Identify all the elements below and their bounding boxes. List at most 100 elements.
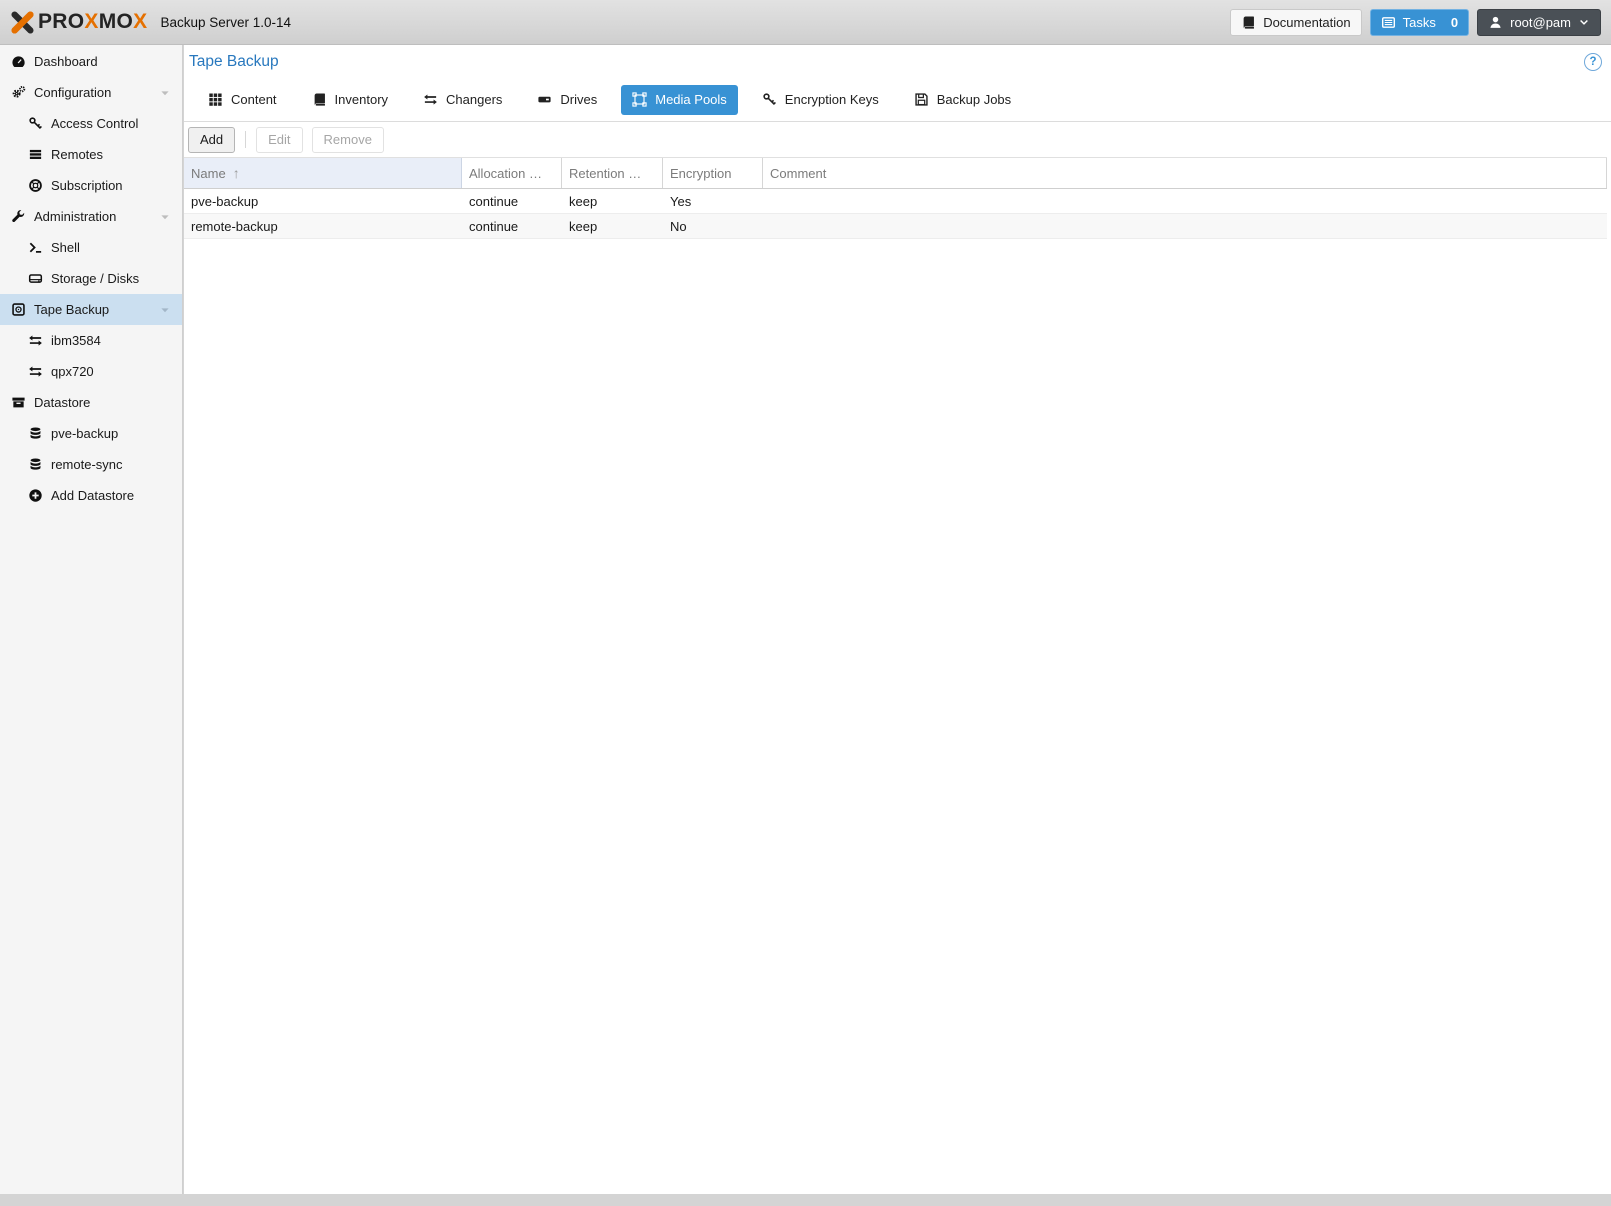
product-name: Backup Server 1.0-14 <box>160 15 291 30</box>
plus-circle-icon <box>27 488 43 504</box>
sidebar-item-label: Subscription <box>51 178 123 193</box>
sidebar-item-shell[interactable]: Shell <box>0 232 182 263</box>
tab-content[interactable]: Content <box>197 85 288 115</box>
exchange-icon <box>27 333 43 349</box>
sidebar-item-label: remote-sync <box>51 457 123 472</box>
key-icon <box>762 92 777 107</box>
tasks-label: Tasks <box>1403 15 1436 30</box>
dashboard-icon <box>10 54 26 70</box>
add-button[interactable]: Add <box>188 127 235 153</box>
drive-icon <box>537 92 552 107</box>
grid-icon <box>208 92 223 107</box>
tab-label: Media Pools <box>655 92 727 107</box>
help-button[interactable]: ? <box>1584 53 1602 71</box>
tab-drives[interactable]: Drives <box>526 85 608 115</box>
sidebar-item-label: Add Datastore <box>51 488 134 503</box>
tab-inventory[interactable]: Inventory <box>301 85 399 115</box>
sidebar-item-qpx720[interactable]: qpx720 <box>0 356 182 387</box>
sidebar-item-subscription[interactable]: Subscription <box>0 170 182 201</box>
sidebar-item-label: qpx720 <box>51 364 94 379</box>
cell-retention: keep <box>562 194 663 209</box>
cell-retention: keep <box>562 219 663 234</box>
sidebar-item-label: pve-backup <box>51 426 118 441</box>
sidebar-item-label: Remotes <box>51 147 103 162</box>
tasks-button[interactable]: Tasks 0 <box>1370 9 1469 36</box>
tape-icon <box>10 302 26 318</box>
page-title: Tape Backup <box>189 53 279 71</box>
terminal-icon <box>27 240 43 256</box>
cell-encryption: No <box>663 219 763 234</box>
tab-backup-jobs[interactable]: Backup Jobs <box>903 85 1022 115</box>
list-rows-icon <box>27 147 43 163</box>
sidebar-item-remotes[interactable]: Remotes <box>0 139 182 170</box>
sidebar-item-configuration[interactable]: Configuration <box>0 77 182 108</box>
column-header-retention[interactable]: Retention … <box>562 158 663 188</box>
documentation-button[interactable]: Documentation <box>1230 9 1361 36</box>
exchange-icon <box>423 92 438 107</box>
user-menu-button[interactable]: root@pam <box>1477 9 1601 36</box>
sidebar-item-add-datastore[interactable]: Add Datastore <box>0 480 182 511</box>
sidebar-item-pve-backup[interactable]: pve-backup <box>0 418 182 449</box>
tab-label: Encryption Keys <box>785 92 879 107</box>
database-icon <box>27 457 43 473</box>
hdd-icon <box>27 271 43 287</box>
column-header-name[interactable]: Name ↑ <box>184 158 462 188</box>
cell-name: remote-backup <box>184 219 462 234</box>
user-icon <box>1488 15 1503 30</box>
sidebar-item-ibm3584[interactable]: ibm3584 <box>0 325 182 356</box>
tab-media-pools[interactable]: Media Pools <box>621 85 738 115</box>
table-row[interactable]: remote-backup continue keep No <box>184 214 1607 239</box>
save-icon <box>914 92 929 107</box>
book-icon <box>1241 15 1256 30</box>
sidebar-item-dashboard[interactable]: Dashboard <box>0 46 182 77</box>
tab-encryption-keys[interactable]: Encryption Keys <box>751 85 890 115</box>
app-header: PROXMOX Backup Server 1.0-14 Documentati… <box>0 0 1611 45</box>
table-row[interactable]: pve-backup continue keep Yes <box>184 189 1607 214</box>
life-ring-icon <box>27 178 43 194</box>
sidebar-item-administration[interactable]: Administration <box>0 201 182 232</box>
sidebar-item-label: Administration <box>34 209 116 224</box>
sidebar-item-access-control[interactable]: Access Control <box>0 108 182 139</box>
tab-label: Inventory <box>335 92 388 107</box>
object-group-icon <box>632 92 647 107</box>
caret-down-icon[interactable] <box>159 211 171 223</box>
sidebar-item-label: Datastore <box>34 395 90 410</box>
proxmox-x-logo-icon <box>9 9 36 36</box>
remove-button: Remove <box>312 127 384 153</box>
cell-name: pve-backup <box>184 194 462 209</box>
edit-button: Edit <box>256 127 302 153</box>
task-list-icon <box>1381 15 1396 30</box>
sidebar-item-label: Storage / Disks <box>51 271 139 286</box>
exchange-icon <box>27 364 43 380</box>
column-header-encryption[interactable]: Encryption <box>663 158 763 188</box>
brand-wordmark: PROXMOX <box>38 10 147 34</box>
key-icon <box>27 116 43 132</box>
tasks-count-badge: 0 <box>1451 15 1458 30</box>
sidebar-item-datastore[interactable]: Datastore <box>0 387 182 418</box>
sidebar-item-storage-disks[interactable]: Storage / Disks <box>0 263 182 294</box>
sidebar-item-label: Tape Backup <box>34 302 109 317</box>
tab-label: Backup Jobs <box>937 92 1011 107</box>
sidebar-item-label: Shell <box>51 240 80 255</box>
sidebar-item-label: Dashboard <box>34 54 98 69</box>
sidebar: Dashboard Configuration Access Control R… <box>0 45 183 1194</box>
toolbar-separator <box>245 131 246 148</box>
column-header-comment[interactable]: Comment <box>763 158 1607 188</box>
sidebar-item-tape-backup[interactable]: Tape Backup <box>0 294 182 325</box>
tab-label: Content <box>231 92 277 107</box>
media-pools-table: Name ↑ Allocation … Retention … Encrypti… <box>184 157 1607 239</box>
user-label: root@pam <box>1510 15 1571 30</box>
sidebar-item-label: Access Control <box>51 116 138 131</box>
cell-allocation: continue <box>462 219 562 234</box>
caret-down-icon[interactable] <box>159 304 171 316</box>
sidebar-item-label: Configuration <box>34 85 111 100</box>
tab-changers[interactable]: Changers <box>412 85 513 115</box>
caret-down-icon[interactable] <box>159 87 171 99</box>
tab-label: Changers <box>446 92 502 107</box>
sort-asc-icon: ↑ <box>233 165 240 181</box>
sidebar-item-label: ibm3584 <box>51 333 101 348</box>
column-header-allocation[interactable]: Allocation … <box>462 158 562 188</box>
chevron-down-icon <box>1578 16 1590 28</box>
tab-bar: Content Inventory Changers Drives Media <box>184 78 1611 122</box>
sidebar-item-remote-sync[interactable]: remote-sync <box>0 449 182 480</box>
